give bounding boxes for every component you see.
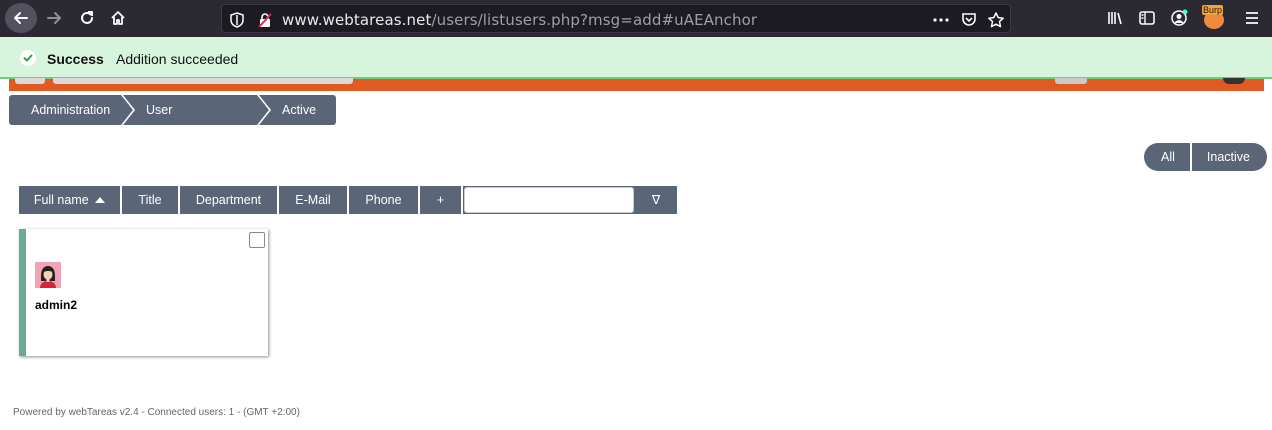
sidebar-icon[interactable]	[1138, 9, 1156, 27]
browser-toolbar: www.webtareas.net/users/listusers.php?ms…	[0, 0, 1272, 37]
header-cart-icon[interactable]	[1055, 78, 1087, 84]
breadcrumb-user-management[interactable]: User Management	[123, 95, 271, 147]
burp-extension-button[interactable]: Burp	[1201, 5, 1227, 31]
filter-button[interactable]: ∇	[635, 186, 677, 214]
forward-button[interactable]	[39, 4, 69, 32]
sort-email-button[interactable]: E-Mail	[279, 186, 347, 214]
bookmark-star-icon[interactable]	[987, 11, 1005, 29]
sort-full-name-button[interactable]: Full name	[19, 186, 120, 214]
sort-department-button[interactable]: Department	[180, 186, 277, 214]
home-icon	[111, 11, 125, 25]
user-avatar-icon	[40, 266, 56, 288]
banner-message: Addition succeeded	[116, 51, 239, 67]
filter-icon: ∇	[651, 193, 661, 207]
filter-inactive-button[interactable]: Inactive	[1191, 143, 1267, 171]
sort-bar: Full name Title Department E-Mail Phone …	[19, 186, 679, 214]
footer-text: Powered by webTareas v2.4 - Connected us…	[13, 407, 300, 418]
search-input[interactable]	[464, 187, 634, 213]
breadcrumb-separator	[257, 95, 269, 125]
add-user-button[interactable]: +	[420, 186, 461, 214]
header-search-stub[interactable]	[53, 78, 353, 84]
breadcrumb: Administration User Management Active	[9, 95, 336, 147]
breadcrumb-label: Active	[282, 103, 317, 117]
url-text: www.webtareas.net/users/listusers.php?ms…	[282, 11, 757, 29]
sort-title-button[interactable]: Title	[122, 186, 178, 214]
checkmark-icon	[20, 50, 36, 66]
burp-label: Burp	[1202, 5, 1224, 15]
arrow-left-icon	[14, 12, 28, 24]
sort-phone-button[interactable]: Phone	[349, 186, 418, 214]
sort-ascending-icon	[95, 197, 106, 203]
status-filter-toggle: All Inactive	[1144, 143, 1267, 171]
reload-button[interactable]	[72, 4, 102, 32]
breadcrumb-label: User Management	[146, 103, 219, 147]
search-box	[463, 186, 635, 214]
home-button[interactable]	[103, 4, 133, 32]
pocket-icon[interactable]	[960, 11, 978, 29]
insecure-lock-icon	[258, 13, 272, 28]
more-actions-icon[interactable]	[932, 11, 950, 29]
shield-icon	[230, 12, 244, 28]
filter-all-button[interactable]: All	[1144, 143, 1190, 171]
success-banner: Success Addition succeeded	[0, 37, 1272, 79]
banner-title: Success	[47, 51, 104, 67]
user-card[interactable]: admin2	[19, 229, 268, 356]
hamburger-menu-icon[interactable]	[1243, 9, 1261, 27]
address-bar[interactable]: www.webtareas.net/users/listusers.php?ms…	[221, 4, 1011, 33]
arrow-right-icon	[47, 12, 61, 24]
user-name[interactable]: admin2	[35, 298, 77, 312]
header-menu-stub[interactable]	[15, 78, 45, 84]
avatar	[35, 262, 61, 288]
sort-full-name-label: Full name	[33, 193, 89, 207]
breadcrumb-label: Administration	[31, 103, 111, 117]
back-button[interactable]	[5, 3, 37, 33]
reload-icon	[81, 11, 93, 24]
select-checkbox[interactable]	[249, 232, 265, 248]
app-header	[9, 78, 1264, 91]
url-host: www.webtareas.net	[282, 11, 432, 29]
header-avatar[interactable]	[1223, 78, 1245, 84]
account-icon[interactable]	[1170, 9, 1188, 27]
breadcrumb-separator	[121, 95, 133, 125]
breadcrumb-administration[interactable]: Administration	[9, 95, 135, 125]
library-icon[interactable]	[1106, 9, 1124, 27]
url-path: /users/listusers.php?msg=add#uAEAnchor	[431, 11, 758, 29]
